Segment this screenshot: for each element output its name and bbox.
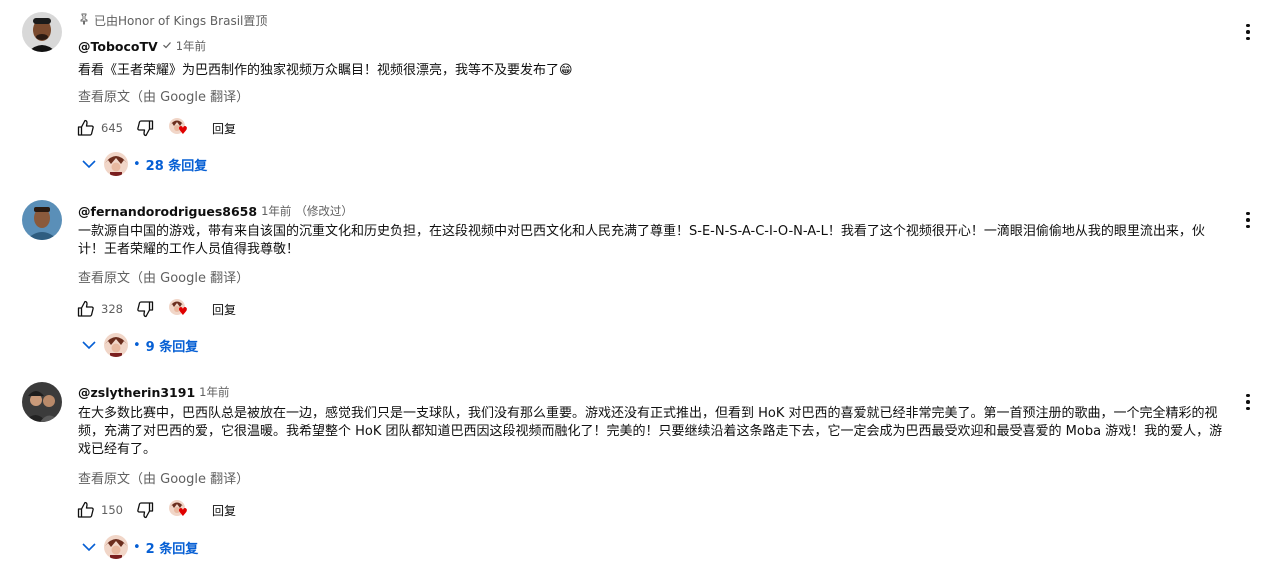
creator-heart: ♥ bbox=[169, 118, 191, 138]
comment-author[interactable]: @fernandorodrigues8658 bbox=[78, 204, 257, 219]
thumbs-down-icon[interactable] bbox=[135, 299, 155, 319]
pinned-label: 已由Honor of Kings Brasil置顶 bbox=[78, 12, 267, 29]
thumbs-down-icon[interactable] bbox=[135, 500, 155, 520]
heart-icon: ♥ bbox=[178, 124, 188, 137]
creator-avatar bbox=[104, 152, 128, 176]
creator-avatar bbox=[104, 333, 128, 357]
reply-button[interactable]: 回复 bbox=[212, 301, 236, 318]
like-count: 645 bbox=[101, 121, 123, 135]
avatar[interactable] bbox=[22, 200, 62, 240]
comment-time[interactable]: 1年前 bbox=[261, 203, 291, 219]
replies-count: 2 条回复 bbox=[145, 541, 199, 557]
comment-actions: 328 ♥ 回复 bbox=[76, 297, 236, 321]
creator-avatar bbox=[104, 535, 128, 559]
more-options-icon[interactable] bbox=[1238, 210, 1258, 230]
creator-heart: ♥ bbox=[169, 299, 191, 319]
comment-actions: 150 ♥ 回复 bbox=[76, 498, 236, 522]
translate-toggle[interactable]: 查看原文（由 Google 翻译） bbox=[78, 86, 249, 105]
view-replies-button[interactable]: • 28 条回复 bbox=[80, 152, 207, 176]
comment-actions: 645 ♥ 回复 bbox=[76, 116, 236, 140]
chevron-down-icon bbox=[80, 336, 98, 354]
thumbs-up-icon[interactable] bbox=[76, 118, 96, 138]
thumbs-up-icon[interactable] bbox=[76, 500, 96, 520]
comment-time[interactable]: 1年前 bbox=[199, 384, 229, 400]
heart-icon: ♥ bbox=[178, 305, 188, 318]
replies-count: 9 条回复 bbox=[145, 339, 199, 355]
thumbs-down-icon[interactable] bbox=[135, 118, 155, 138]
chevron-down-icon bbox=[80, 538, 98, 556]
reply-button[interactable]: 回复 bbox=[212, 120, 236, 137]
heart-icon: ♥ bbox=[178, 506, 188, 519]
comment-text: 在大多数比赛中，巴西队总是被放在一边，感觉我们只是一支球队，我们没有那么重要。游… bbox=[78, 406, 1223, 457]
check-icon bbox=[162, 40, 172, 53]
comment-time[interactable]: 1年前 bbox=[176, 38, 206, 54]
more-options-icon[interactable] bbox=[1238, 392, 1258, 412]
reply-button[interactable]: 回复 bbox=[212, 502, 236, 519]
translate-toggle[interactable]: 查看原文（由 Google 翻译） bbox=[78, 267, 249, 286]
thumbs-up-icon[interactable] bbox=[76, 299, 96, 319]
chevron-down-icon bbox=[80, 155, 98, 173]
avatar[interactable] bbox=[22, 382, 62, 422]
avatar[interactable] bbox=[22, 12, 62, 52]
pin-icon bbox=[78, 13, 90, 28]
like-count: 328 bbox=[101, 302, 123, 316]
replies-count: 28 条回复 bbox=[145, 158, 208, 174]
comment-text: 看看《王者荣耀》为巴西制作的独家视频万众瞩目！视频很漂亮，我等不及要发布了😁 bbox=[78, 63, 573, 78]
view-replies-button[interactable]: • 9 条回复 bbox=[80, 333, 198, 357]
like-count: 150 bbox=[101, 503, 123, 517]
translate-toggle[interactable]: 查看原文（由 Google 翻译） bbox=[78, 468, 249, 487]
comment-text: 一款源自中国的游戏，带有来自该国的沉重文化和历史负担，在这段视频中对巴西文化和人… bbox=[78, 224, 1205, 257]
view-replies-button[interactable]: • 2 条回复 bbox=[80, 535, 198, 559]
edited-label: （修改过） bbox=[295, 204, 353, 218]
comment-author[interactable]: @zslytherin3191 bbox=[78, 385, 195, 400]
more-options-icon[interactable] bbox=[1238, 22, 1258, 42]
comment-author[interactable]: @TobocoTV bbox=[78, 39, 158, 54]
creator-heart: ♥ bbox=[169, 500, 191, 520]
